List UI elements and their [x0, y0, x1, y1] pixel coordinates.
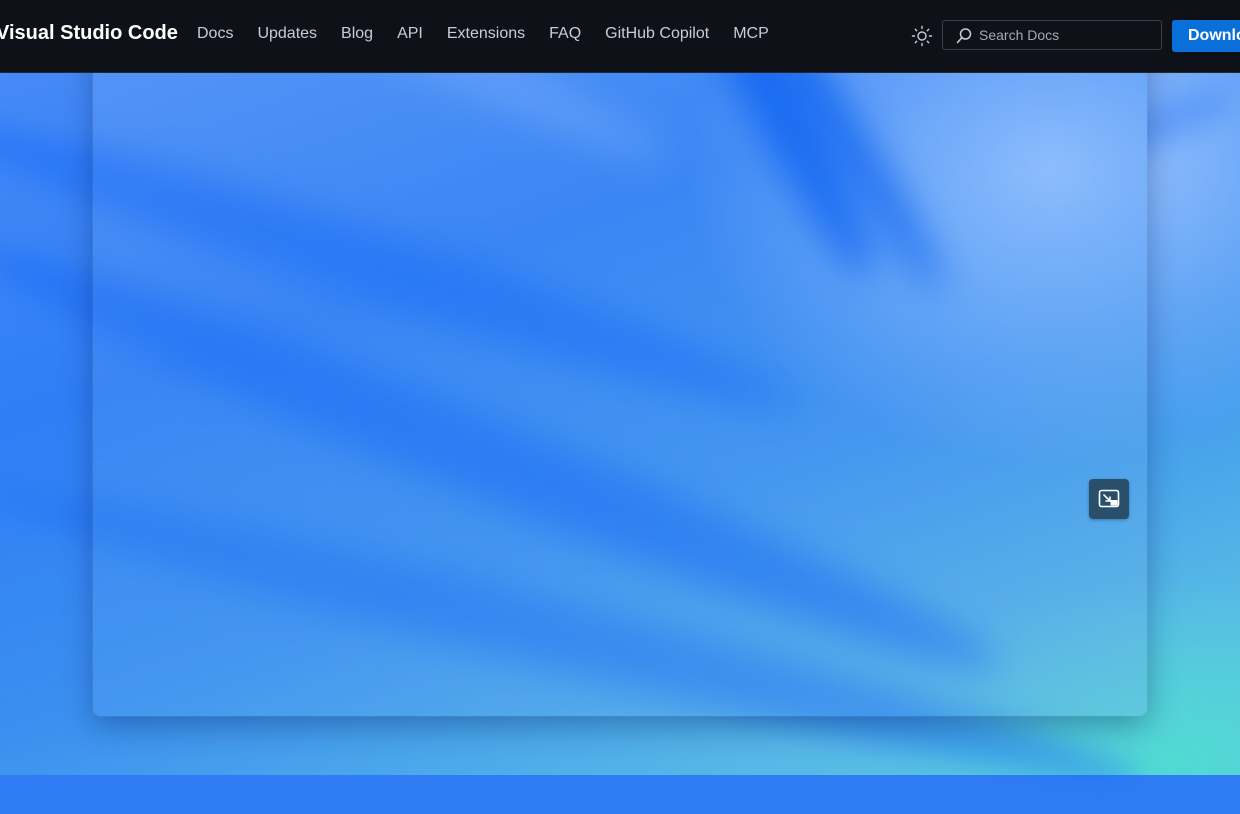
nav-github-copilot[interactable]: GitHub Copilot [605, 25, 709, 43]
picture-in-picture-button[interactable] [1089, 479, 1129, 519]
theme-toggle-button[interactable] [910, 24, 934, 48]
download-button[interactable]: Download [1172, 20, 1240, 52]
search-input[interactable] [979, 25, 1149, 45]
video-streak [93, 92, 809, 438]
search-icon [956, 28, 972, 44]
nav-mcp[interactable]: MCP [733, 25, 769, 43]
main-nav: Docs Updates Blog API Extensions FAQ Git… [197, 25, 793, 43]
video-frame-image [93, 40, 1147, 716]
nav-blog[interactable]: Blog [341, 25, 373, 43]
nav-faq[interactable]: FAQ [549, 25, 581, 43]
top-navigation-bar: Visual Studio Code Docs Updates Blog API… [0, 0, 1240, 73]
sun-icon [911, 25, 933, 47]
brand-title[interactable]: Visual Studio Code [0, 22, 178, 45]
nav-updates[interactable]: Updates [257, 25, 317, 43]
picture-in-picture-icon [1098, 489, 1120, 508]
video-player[interactable] [93, 40, 1147, 716]
nav-api[interactable]: API [397, 25, 423, 43]
nav-docs[interactable]: Docs [197, 25, 233, 43]
search-box[interactable] [942, 20, 1162, 50]
nav-extensions[interactable]: Extensions [447, 25, 525, 43]
